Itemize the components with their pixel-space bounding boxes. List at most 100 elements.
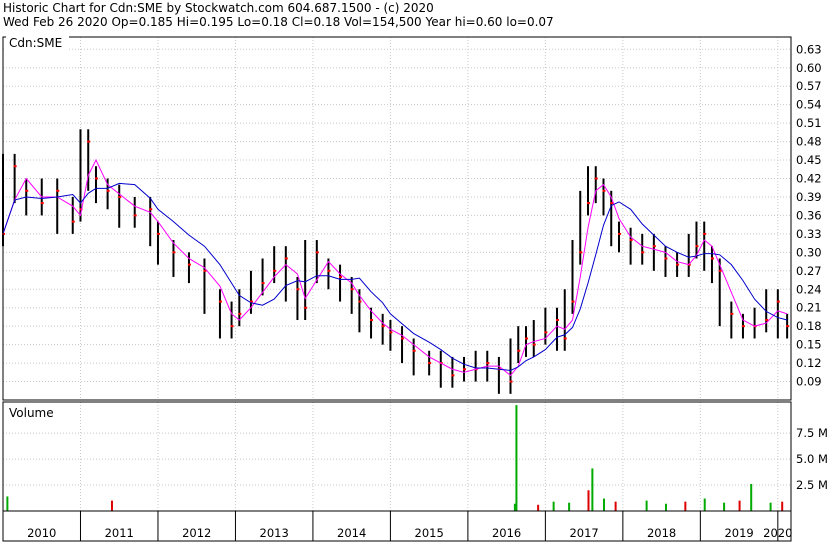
volume-bar [537, 504, 540, 511]
price-tick-label: 0.42 [796, 172, 822, 186]
close-mark [786, 325, 790, 328]
close-mark [133, 214, 137, 217]
price-axis-labels: 0.63 0.60 0.57 0.54 0.51 0.48 0.45 0.42 0.39 0.36… [796, 42, 822, 388]
close-mark [695, 245, 699, 248]
short-moving-average-line [2, 158, 788, 377]
volume-tick-label: 5.0 M [796, 452, 828, 466]
close-mark [261, 282, 265, 285]
price-tick-label: 0.27 [796, 264, 822, 278]
price-tick-label: 0.33 [796, 227, 822, 241]
year-axis-labels: 2010 2011 2012 2013 2014 2015 2016 2017 2018 2019… [2, 511, 792, 541]
close-mark [741, 325, 745, 328]
close-mark [273, 269, 277, 272]
volume-bar [645, 500, 648, 511]
price-tick-label: 0.48 [796, 135, 822, 149]
close-mark [296, 288, 300, 291]
close-mark [40, 202, 44, 205]
volume-bar [591, 468, 594, 511]
close-mark [71, 220, 75, 223]
price-grid [2, 37, 791, 400]
volume-bar [602, 498, 605, 511]
price-bars [2, 129, 790, 394]
close-mark [765, 319, 769, 322]
volume-bar [769, 502, 772, 511]
close-mark [87, 140, 91, 143]
volume-bar [6, 496, 9, 511]
volume-bar [703, 498, 706, 511]
year-tick-label: 2014 [337, 526, 366, 540]
volume-tick-label: 7.5 M [796, 426, 828, 440]
price-tick-label: 0.54 [796, 98, 822, 112]
year-tick-label: 2018 [647, 526, 676, 540]
year-tick-label: 2012 [182, 526, 211, 540]
close-mark [730, 312, 734, 315]
price-tick-label: 0.30 [796, 245, 822, 259]
close-mark [327, 269, 331, 272]
close-mark [586, 202, 590, 205]
volume-bar [723, 502, 726, 511]
close-mark [563, 337, 567, 340]
close-mark [315, 251, 319, 254]
close-mark [339, 275, 343, 278]
close-mark [118, 195, 122, 198]
price-tick-label: 0.63 [796, 42, 822, 56]
close-mark [94, 177, 98, 180]
year-tick-label: 2013 [260, 526, 289, 540]
volume-tick-label: 2.5 M [796, 478, 828, 492]
close-mark [284, 257, 288, 260]
price-panel-frame [2, 36, 792, 401]
close-mark [412, 349, 416, 352]
close-mark [463, 368, 467, 371]
year-tick-label: 2019 [724, 526, 753, 540]
year-tick-label: 2015 [415, 526, 444, 540]
price-tick-label: 0.45 [796, 153, 822, 167]
close-mark [664, 257, 668, 260]
volume-panel-label: Volume [9, 406, 54, 420]
close-mark [56, 189, 60, 192]
volume-bar [738, 500, 741, 511]
close-mark [451, 374, 455, 377]
volume-grid [2, 402, 791, 511]
volume-panel-frame [2, 401, 792, 512]
close-mark [718, 269, 722, 272]
price-tick-label: 0.36 [796, 208, 822, 222]
close-mark [13, 165, 17, 168]
volume-bar [684, 501, 687, 511]
close-mark [676, 263, 680, 266]
close-mark [525, 337, 529, 340]
close-mark [238, 312, 242, 315]
close-mark [710, 257, 714, 260]
long-moving-average-line [2, 182, 788, 371]
volume-bar [750, 484, 753, 511]
close-mark [230, 325, 234, 328]
close-mark [486, 362, 490, 365]
price-tick-label: 0.60 [796, 61, 822, 75]
close-mark [187, 263, 191, 266]
price-tick-label: 0.15 [796, 338, 822, 352]
volume-bar [614, 501, 617, 511]
close-mark [641, 251, 645, 254]
close-mark [703, 232, 707, 235]
close-mark [350, 288, 354, 291]
close-mark [381, 325, 385, 328]
price-panel-label: Cdn:SME [9, 36, 62, 50]
year-tick-label: 2016 [492, 526, 521, 540]
close-mark [389, 331, 393, 334]
volume-bar [664, 503, 667, 511]
price-tick-label: 0.24 [796, 282, 822, 296]
close-mark [517, 349, 521, 352]
close-mark [304, 306, 308, 309]
price-tick-label: 0.51 [796, 116, 822, 130]
close-mark [776, 300, 780, 303]
close-mark [532, 343, 536, 346]
volume-bar [781, 501, 784, 511]
volume-axis-labels: 7.5 M 5.0 M 2.5 M [796, 426, 828, 492]
year-tick-label: 2017 [569, 526, 598, 540]
close-mark [594, 177, 598, 180]
close-mark [25, 189, 29, 192]
volume-bar [552, 501, 555, 511]
close-mark [218, 300, 222, 303]
volume-bar [110, 500, 113, 511]
volume-bar [515, 405, 518, 511]
close-mark [172, 251, 176, 254]
